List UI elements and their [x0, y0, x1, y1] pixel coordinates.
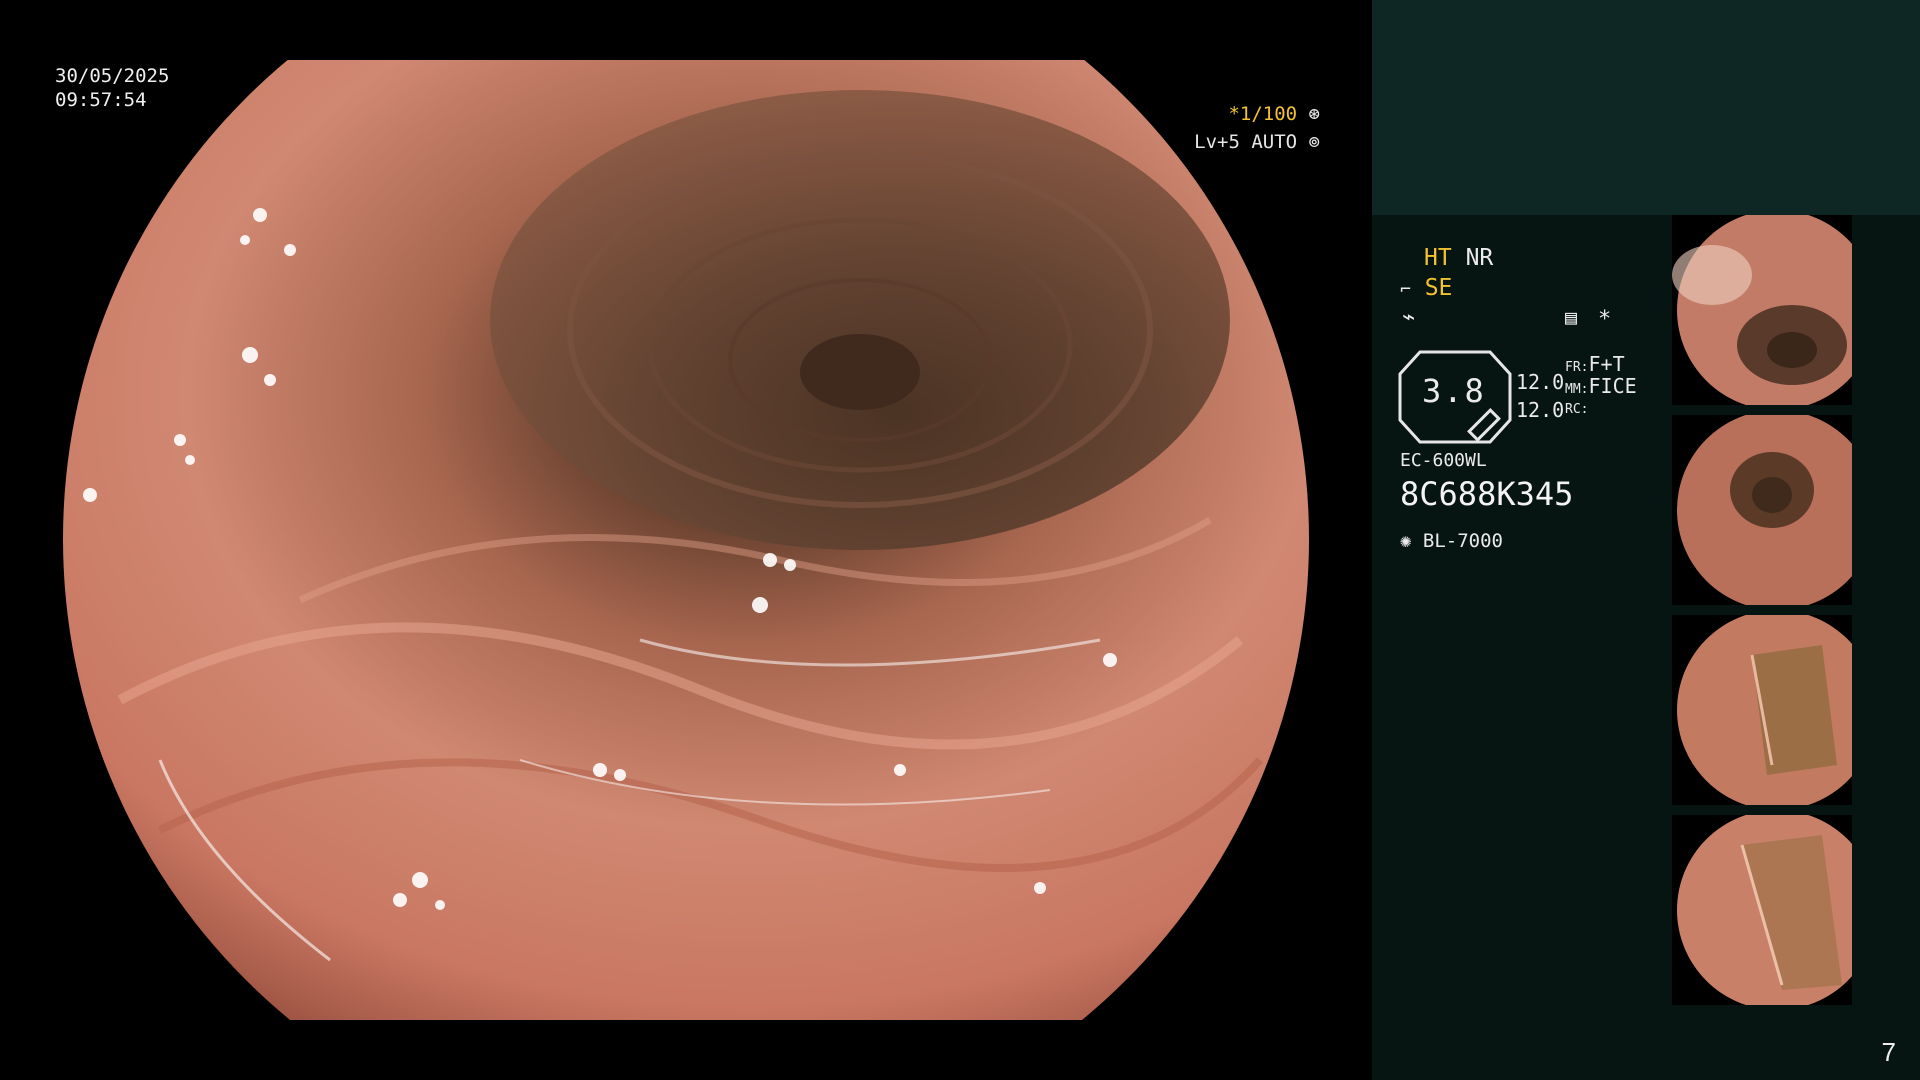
se-row: ⌐ SE [1400, 275, 1452, 301]
fr-label: FR: [1565, 360, 1589, 375]
thumbnail-3[interactable] [1672, 615, 1852, 805]
shutter-text: *1/100 [1228, 103, 1298, 125]
ht-nr-row: HT NR [1424, 245, 1493, 271]
endoscope-image [0, 0, 1372, 1080]
rc-label: RC: [1565, 402, 1589, 417]
level-text: Lv+5 AUTO [1194, 131, 1298, 153]
light-source-text: BL-7000 [1422, 530, 1503, 552]
sidebar-header-band [1372, 0, 1920, 215]
auto-icon: ⊚ [1308, 131, 1320, 153]
ht-label: HT [1424, 245, 1452, 271]
fr-row: FR:F+T [1565, 352, 1625, 376]
mm-row: MM:FICE [1565, 374, 1637, 398]
star-text: * [1598, 307, 1612, 332]
shutter-row: *1/100 ⊛ [0, 100, 1320, 128]
info-sidebar: HT NR ⌐ SE ⌁ ▤ * 3.8 12.0 12.0 FR:F+T MM… [1372, 0, 1920, 1080]
thumbnail-4[interactable] [1672, 815, 1852, 1005]
scope-model: EC-600WL [1400, 450, 1487, 471]
light-source-row: ✺ BL-7000 [1400, 530, 1503, 552]
thumbnail-2[interactable] [1672, 415, 1852, 605]
focal-value-1: 12.0 [1516, 370, 1565, 394]
thumbnail-1[interactable] [1672, 215, 1852, 405]
shutter-icon: ⊛ [1308, 103, 1320, 125]
lamp-icon: ✺ [1400, 530, 1412, 552]
mm-label: MM: [1565, 382, 1589, 397]
mm-value: FICE [1588, 374, 1637, 398]
date-text: 30/05/2025 [55, 65, 170, 87]
nr-label: NR [1465, 245, 1494, 271]
se-label: SE [1424, 275, 1453, 301]
record-icon: ▤ [1565, 305, 1578, 329]
structure-icon: ⌐ [1400, 279, 1411, 300]
page-number: 7 [1881, 1037, 1896, 1067]
exposure-overlay: *1/100 ⊛ Lv+5 AUTO ⊚ [0, 100, 1320, 156]
enhance-icon: ⌁ [1402, 305, 1416, 330]
scope-serial: 8C688K345 [1400, 475, 1574, 513]
fr-value: F+T [1588, 352, 1625, 376]
zoom-value: 3.8 [1422, 372, 1486, 410]
focal-value-2: 12.0 [1516, 398, 1565, 422]
level-row: Lv+5 AUTO ⊚ [0, 128, 1320, 156]
